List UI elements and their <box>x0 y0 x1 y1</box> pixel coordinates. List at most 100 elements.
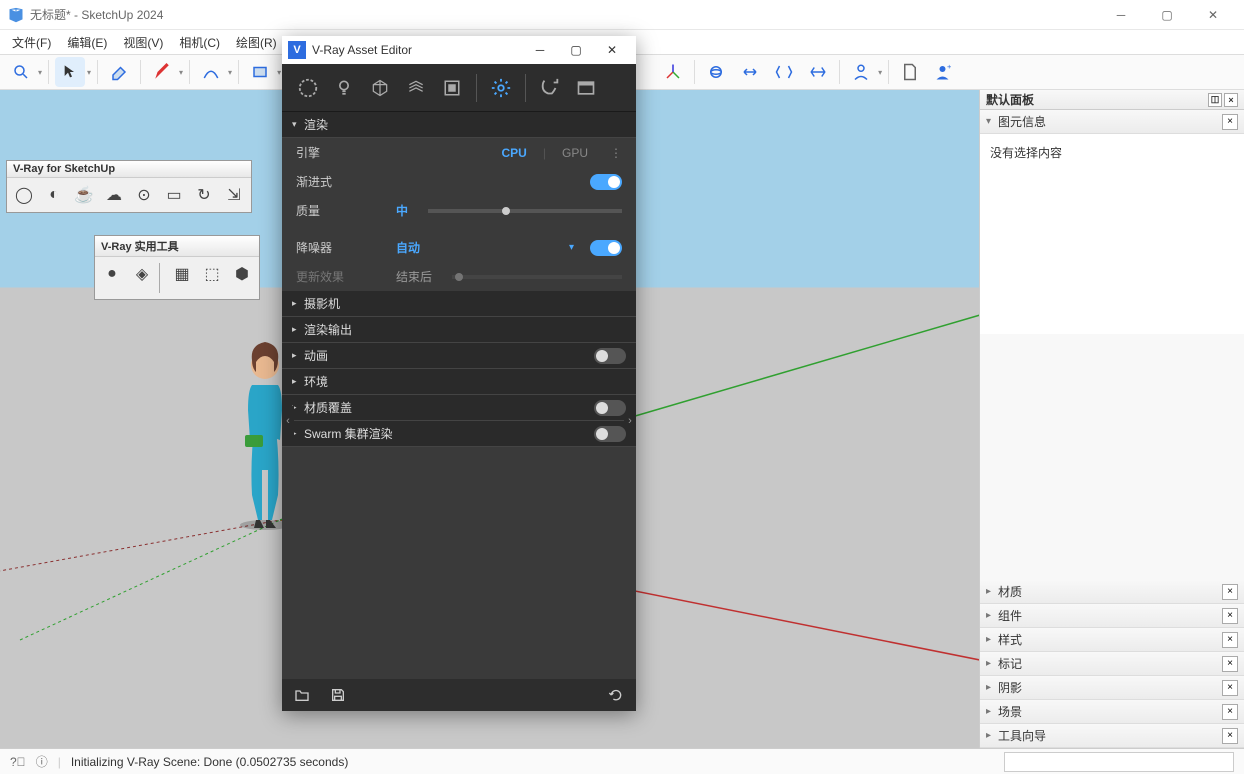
pan-tool-icon[interactable] <box>735 57 765 87</box>
vray-open-icon[interactable] <box>294 687 310 703</box>
panel-close-icon[interactable]: × <box>1222 632 1238 648</box>
status-message: Initializing V-Ray Scene: Done (0.050273… <box>71 755 349 769</box>
vray-util-uv-icon[interactable]: ▦ <box>167 259 197 289</box>
panel-head-4[interactable]: ▸阴影× <box>980 676 1244 700</box>
new-doc-icon[interactable] <box>895 57 925 87</box>
tray-close-icon[interactable]: × <box>1224 93 1238 107</box>
panel-close-icon[interactable]: × <box>1222 704 1238 720</box>
vray-minimize-button[interactable]: ─ <box>522 36 558 64</box>
arc-tool-icon[interactable] <box>196 57 226 87</box>
vray-section-3[interactable]: ▸环境 <box>282 369 636 395</box>
info-icon[interactable]: ⓘ <box>36 753 48 770</box>
vray-util-target-icon[interactable]: ◈ <box>127 259 157 289</box>
vray-main-toolbar[interactable]: V-Ray for SketchUp ◯ ◐ ☕ ☁ ⊙ ▭ ↻ ⇲ <box>6 160 252 213</box>
vray-section-toggle[interactable] <box>594 348 626 364</box>
tray-pin-icon[interactable]: ◫ <box>1208 93 1222 107</box>
vray-expand-left-icon[interactable]: ‹ <box>282 406 294 436</box>
vray-tab-textures-icon[interactable] <box>398 70 434 106</box>
vray-close-button[interactable]: ✕ <box>594 36 630 64</box>
axes-tool-icon[interactable] <box>658 57 688 87</box>
vray-maximize-button[interactable]: ▢ <box>558 36 594 64</box>
vray-section-1[interactable]: ▸渲染输出 <box>282 317 636 343</box>
select-tool-icon[interactable] <box>55 57 85 87</box>
vray-export-icon[interactable]: ⇲ <box>219 180 249 210</box>
vray-tab-framebuffer-icon[interactable] <box>568 70 604 106</box>
measurement-input[interactable] <box>1004 752 1234 772</box>
orbit-tool-icon[interactable] <box>701 57 731 87</box>
vray-tab-materials-icon[interactable] <box>290 70 326 106</box>
quality-slider[interactable] <box>428 209 622 213</box>
rect-dropdown-icon[interactable]: ▾ <box>277 68 281 77</box>
maximize-button[interactable]: ▢ <box>1144 0 1190 30</box>
zoom-tool-icon[interactable] <box>769 57 799 87</box>
vray-utility-toolbar[interactable]: V-Ray 实用工具 ● ◈ ▦ ⬚ ⬢ <box>94 235 260 300</box>
vray-tab-render-icon[interactable] <box>532 70 568 106</box>
panel-head-5[interactable]: ▸场景× <box>980 700 1244 724</box>
menu-edit[interactable]: 编辑(E) <box>59 32 115 53</box>
vray-save-icon[interactable] <box>330 687 346 703</box>
pencil-tool-icon[interactable] <box>147 57 177 87</box>
vray-util-box-icon[interactable]: ⬚ <box>197 259 227 289</box>
panel-close-icon[interactable]: × <box>1222 608 1238 624</box>
help-icon[interactable]: ?⃝ <box>10 755 26 769</box>
vray-frame-icon[interactable]: ▭ <box>159 180 189 210</box>
vray-section-toggle[interactable] <box>594 400 626 416</box>
panel-close-icon[interactable]: × <box>1222 728 1238 744</box>
vray-tab-settings-icon[interactable] <box>483 70 519 106</box>
search-dropdown-icon[interactable]: ▾ <box>38 68 42 77</box>
panel-head-1[interactable]: ▸组件× <box>980 604 1244 628</box>
panel-close-icon[interactable]: × <box>1222 656 1238 672</box>
panel-head-6[interactable]: ▸工具向导× <box>980 724 1244 748</box>
person-tool-icon[interactable] <box>846 57 876 87</box>
panel-entity-info-head[interactable]: ▾ 图元信息 × <box>980 110 1244 134</box>
vray-tab-render-elements-icon[interactable] <box>434 70 470 106</box>
engine-gpu-option[interactable]: GPU <box>556 146 594 160</box>
close-button[interactable]: ✕ <box>1190 0 1236 30</box>
vray-interactive-icon[interactable]: ☕ <box>69 180 99 210</box>
vray-logo-icon[interactable]: ◯ <box>9 180 39 210</box>
select-dropdown-icon[interactable]: ▾ <box>87 68 91 77</box>
zoom-extents-tool-icon[interactable] <box>803 57 833 87</box>
vray-render-icon[interactable]: ◐ <box>39 180 69 210</box>
vray-util-proxy-icon[interactable]: ⬢ <box>227 259 257 289</box>
vray-section-5[interactable]: ▸Swarm 集群渲染 <box>282 421 636 447</box>
panel-head-2[interactable]: ▸样式× <box>980 628 1244 652</box>
add-person-icon[interactable]: + <box>929 57 959 87</box>
panel-close-icon[interactable]: × <box>1222 680 1238 696</box>
engine-more-icon[interactable]: ⋮ <box>610 146 622 160</box>
vray-section-0[interactable]: ▸摄影机 <box>282 291 636 317</box>
minimize-button[interactable]: ─ <box>1098 0 1144 30</box>
vray-section-4[interactable]: ▸材质覆盖 <box>282 395 636 421</box>
vray-asset-editor-window[interactable]: V V-Ray Asset Editor ─ ▢ ✕ ‹ › ▾ 渲染 引擎 C… <box>282 36 636 711</box>
vray-cloud-icon[interactable]: ☁ <box>99 180 129 210</box>
denoiser-toggle[interactable] <box>590 240 622 256</box>
progressive-toggle[interactable] <box>590 174 622 190</box>
search-icon[interactable] <box>6 57 36 87</box>
chevron-right-icon: ▸ <box>986 634 998 645</box>
vray-section-render[interactable]: ▾ 渲染 <box>282 112 636 138</box>
rectangle-tool-icon[interactable] <box>245 57 275 87</box>
engine-cpu-option[interactable]: CPU <box>496 146 533 160</box>
vray-batch-icon[interactable]: ↻ <box>189 180 219 210</box>
panel-head-3[interactable]: ▸标记× <box>980 652 1244 676</box>
panel-entity-info-close-icon[interactable]: × <box>1222 114 1238 130</box>
panel-close-icon[interactable]: × <box>1222 584 1238 600</box>
pencil-dropdown-icon[interactable]: ▾ <box>179 68 183 77</box>
vray-section-2[interactable]: ▸动画 <box>282 343 636 369</box>
person-dropdown-icon[interactable]: ▾ <box>878 68 882 77</box>
vray-viewport-icon[interactable]: ⊙ <box>129 180 159 210</box>
menu-draw[interactable]: 绘图(R) <box>228 32 285 53</box>
menu-file[interactable]: 文件(F) <box>4 32 59 53</box>
vray-tab-geometry-icon[interactable] <box>362 70 398 106</box>
vray-tab-lights-icon[interactable] <box>326 70 362 106</box>
vray-reset-icon[interactable] <box>608 687 624 703</box>
vray-util-sphere-icon[interactable]: ● <box>97 259 127 289</box>
panel-head-0[interactable]: ▸材质× <box>980 580 1244 604</box>
eraser-tool-icon[interactable] <box>104 57 134 87</box>
vray-section-toggle[interactable] <box>594 426 626 442</box>
denoiser-dropdown-icon[interactable]: ▾ <box>569 242 574 253</box>
menu-view[interactable]: 视图(V) <box>115 32 171 53</box>
vray-titlebar[interactable]: V V-Ray Asset Editor ─ ▢ ✕ <box>282 36 636 64</box>
arc-dropdown-icon[interactable]: ▾ <box>228 68 232 77</box>
menu-camera[interactable]: 相机(C) <box>171 32 228 53</box>
